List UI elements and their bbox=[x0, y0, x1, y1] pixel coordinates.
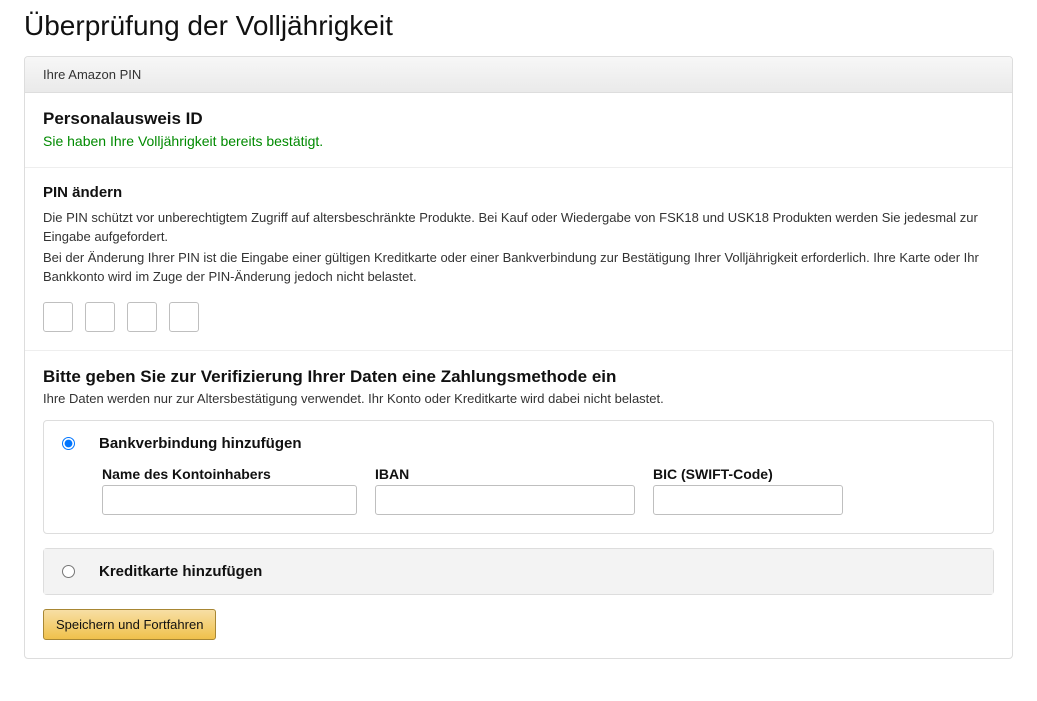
account-holder-label: Name des Kontoinhabers bbox=[102, 466, 357, 482]
bank-option-box: Bankverbindung hinzufügen Name des Konto… bbox=[43, 420, 994, 534]
pin-desc-2: Bei der Änderung Ihrer PIN ist die Einga… bbox=[43, 249, 994, 287]
page-title: Überprüfung der Volljährigkeit bbox=[24, 10, 1013, 42]
bic-input[interactable] bbox=[653, 485, 843, 515]
id-section: Personalausweis ID Sie haben Ihre Volljä… bbox=[25, 93, 1012, 168]
pin-desc-1: Die PIN schützt vor unberechtigtem Zugri… bbox=[43, 209, 994, 247]
id-section-title: Personalausweis ID bbox=[43, 109, 994, 129]
id-confirmed-message: Sie haben Ihre Volljährigkeit bereits be… bbox=[43, 133, 994, 149]
pin-digit-3[interactable] bbox=[127, 302, 157, 332]
account-holder-group: Name des Kontoinhabers bbox=[102, 466, 357, 515]
bank-radio[interactable] bbox=[62, 437, 75, 450]
payment-section: Bitte geben Sie zur Verifizierung Ihrer … bbox=[25, 351, 1012, 658]
card-option-box: Kreditkarte hinzufügen bbox=[43, 548, 994, 595]
bic-label: BIC (SWIFT-Code) bbox=[653, 466, 843, 482]
bic-group: BIC (SWIFT-Code) bbox=[653, 466, 843, 515]
account-holder-input[interactable] bbox=[102, 485, 357, 515]
iban-input[interactable] bbox=[375, 485, 635, 515]
save-continue-button[interactable]: Speichern und Fortfahren bbox=[43, 609, 216, 640]
payment-note: Ihre Daten werden nur zur Altersbestätig… bbox=[43, 391, 994, 406]
pin-digit-1[interactable] bbox=[43, 302, 73, 332]
pin-section-title: PIN ändern bbox=[43, 184, 994, 201]
card-option-header[interactable]: Kreditkarte hinzufügen bbox=[44, 549, 993, 594]
payment-section-title: Bitte geben Sie zur Verifizierung Ihrer … bbox=[43, 367, 994, 387]
iban-label: IBAN bbox=[375, 466, 635, 482]
iban-group: IBAN bbox=[375, 466, 635, 515]
pin-inputs-row bbox=[43, 302, 994, 332]
bank-option-header[interactable]: Bankverbindung hinzufügen bbox=[44, 421, 993, 462]
pin-digit-2[interactable] bbox=[85, 302, 115, 332]
bank-option-label: Bankverbindung hinzufügen bbox=[99, 435, 302, 452]
pin-digit-4[interactable] bbox=[169, 302, 199, 332]
card-radio[interactable] bbox=[62, 565, 75, 578]
pin-section: PIN ändern Die PIN schützt vor unberecht… bbox=[25, 168, 1012, 351]
card-option-label: Kreditkarte hinzufügen bbox=[99, 563, 262, 580]
bank-option-body: Name des Kontoinhabers IBAN BIC (SWIFT-C… bbox=[44, 462, 993, 533]
panel-header: Ihre Amazon PIN bbox=[25, 57, 1012, 93]
main-panel: Ihre Amazon PIN Personalausweis ID Sie h… bbox=[24, 56, 1013, 659]
